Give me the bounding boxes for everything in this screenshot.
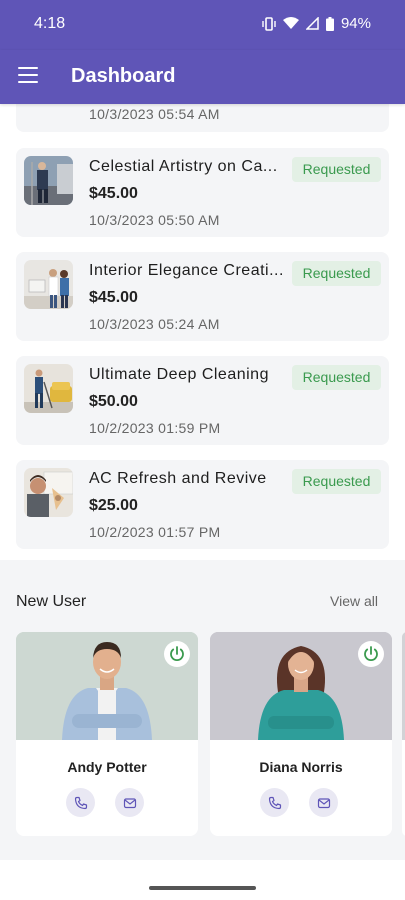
menu-icon[interactable] [18,67,38,85]
app-bar: Dashboard [0,50,405,104]
service-price: $45.00 [89,185,138,202]
status-badge: Requested [292,261,381,286]
home-indicator[interactable] [149,886,256,890]
view-all-link[interactable]: View all [330,593,378,609]
service-name: Ultimate Deep Cleaning [89,366,269,383]
power-icon[interactable] [164,641,190,667]
battery-icon [325,16,334,31]
section-title: New User [16,593,87,610]
booking-card[interactable]: Ultimate Deep Cleaning $50.00 10/2/2023 … [16,356,389,445]
status-badge: Requested [292,157,381,182]
service-price: $45.00 [89,289,138,306]
battery-percent: 94% [340,15,371,32]
booking-card[interactable]: Celestial Artistry on Ca... $45.00 10/3/… [16,148,389,237]
service-price: $25.00 [89,497,138,514]
power-icon[interactable] [358,641,384,667]
service-thumbnail [24,364,73,413]
signal-icon [305,17,319,30]
booking-date: 10/3/2023 05:54 AM [89,106,220,122]
status-badge: Requested [292,469,381,494]
booking-list[interactable]: 10/3/2023 05:54 AM Celestial Artistry on… [0,104,405,560]
status-time: 4:18 [34,15,66,32]
service-price: $50.00 [89,393,138,410]
phone-icon[interactable] [66,788,95,817]
booking-date: 10/2/2023 01:59 PM [89,420,221,436]
phone-icon[interactable] [260,788,289,817]
booking-card[interactable]: Interior Elegance Creati... $45.00 10/3/… [16,252,389,341]
status-icons: 94% [262,15,371,32]
booking-card[interactable]: AC Refresh and Revive $25.00 10/2/2023 0… [16,460,389,549]
booking-date: 10/3/2023 05:24 AM [89,316,220,332]
email-icon[interactable] [309,788,338,817]
service-name: Interior Elegance Creati... [89,262,284,279]
service-name: Celestial Artistry on Ca... [89,158,278,175]
user-name: Diana Norris [259,759,343,775]
wifi-icon [282,17,299,29]
user-card[interactable]: Andy Potter [16,632,198,836]
email-icon[interactable] [115,788,144,817]
new-user-section: New User View all Andy Potter Diana Norr… [0,560,405,860]
booking-date: 10/2/2023 01:57 PM [89,524,221,540]
service-thumbnail [24,156,73,205]
user-name: Andy Potter [67,759,147,775]
gesture-nav-bar [0,860,405,900]
service-thumbnail [24,468,73,517]
user-card[interactable]: Diana Norris [210,632,392,836]
screen: 4:18 94% Dashboard 10/3/2023 05:54 AM Ce… [0,0,405,900]
status-badge: Requested [292,365,381,390]
service-thumbnail [24,260,73,309]
page-title: Dashboard [71,65,176,87]
vibrate-icon [262,16,276,31]
booking-card-partial[interactable]: 10/3/2023 05:54 AM [16,104,389,132]
booking-date: 10/3/2023 05:50 AM [89,212,220,228]
status-bar: 4:18 94% [0,0,405,50]
service-name: AC Refresh and Revive [89,470,267,487]
